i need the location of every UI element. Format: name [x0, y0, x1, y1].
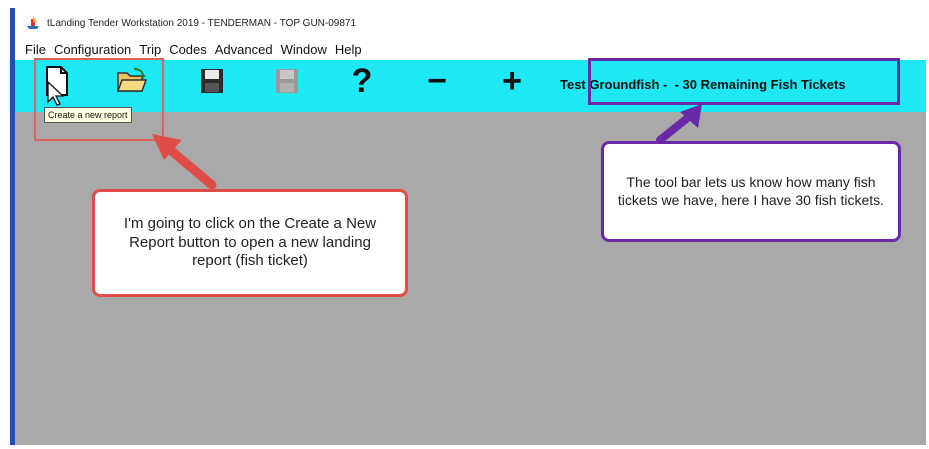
menu-advanced[interactable]: Advanced	[211, 42, 277, 57]
window-title: tLanding Tender Workstation 2019 - TENDE…	[47, 17, 357, 29]
create-report-callout: I'm going to click on the Create a New R…	[92, 189, 408, 297]
menu-bar: File Configuration Trip Codes Advanced W…	[15, 38, 926, 60]
menu-window[interactable]: Window	[277, 42, 331, 57]
remove-button[interactable]: −	[420, 64, 454, 98]
toolbar-info-callout: The tool bar lets us know how many fish …	[601, 141, 901, 242]
minus-icon: −	[427, 62, 447, 100]
question-icon: ?	[351, 62, 373, 100]
save-button[interactable]	[195, 64, 229, 98]
menu-configuration[interactable]: Configuration	[50, 42, 135, 57]
title-bar: tLanding Tender Workstation 2019 - TENDE…	[15, 8, 926, 38]
menu-codes[interactable]: Codes	[165, 42, 211, 57]
save-disk-icon	[201, 69, 223, 93]
menu-trip[interactable]: Trip	[135, 42, 165, 57]
add-button[interactable]: +	[495, 64, 529, 98]
status-highlight	[588, 58, 900, 105]
app-logo-icon	[27, 16, 39, 29]
save-disk-disabled-icon	[276, 69, 298, 93]
new-report-highlight	[34, 58, 164, 141]
menu-file[interactable]: File	[15, 42, 50, 57]
save-disabled-button[interactable]	[270, 64, 304, 98]
help-button[interactable]: ?	[345, 64, 379, 98]
plus-icon: +	[502, 62, 522, 100]
menu-help[interactable]: Help	[331, 42, 366, 57]
